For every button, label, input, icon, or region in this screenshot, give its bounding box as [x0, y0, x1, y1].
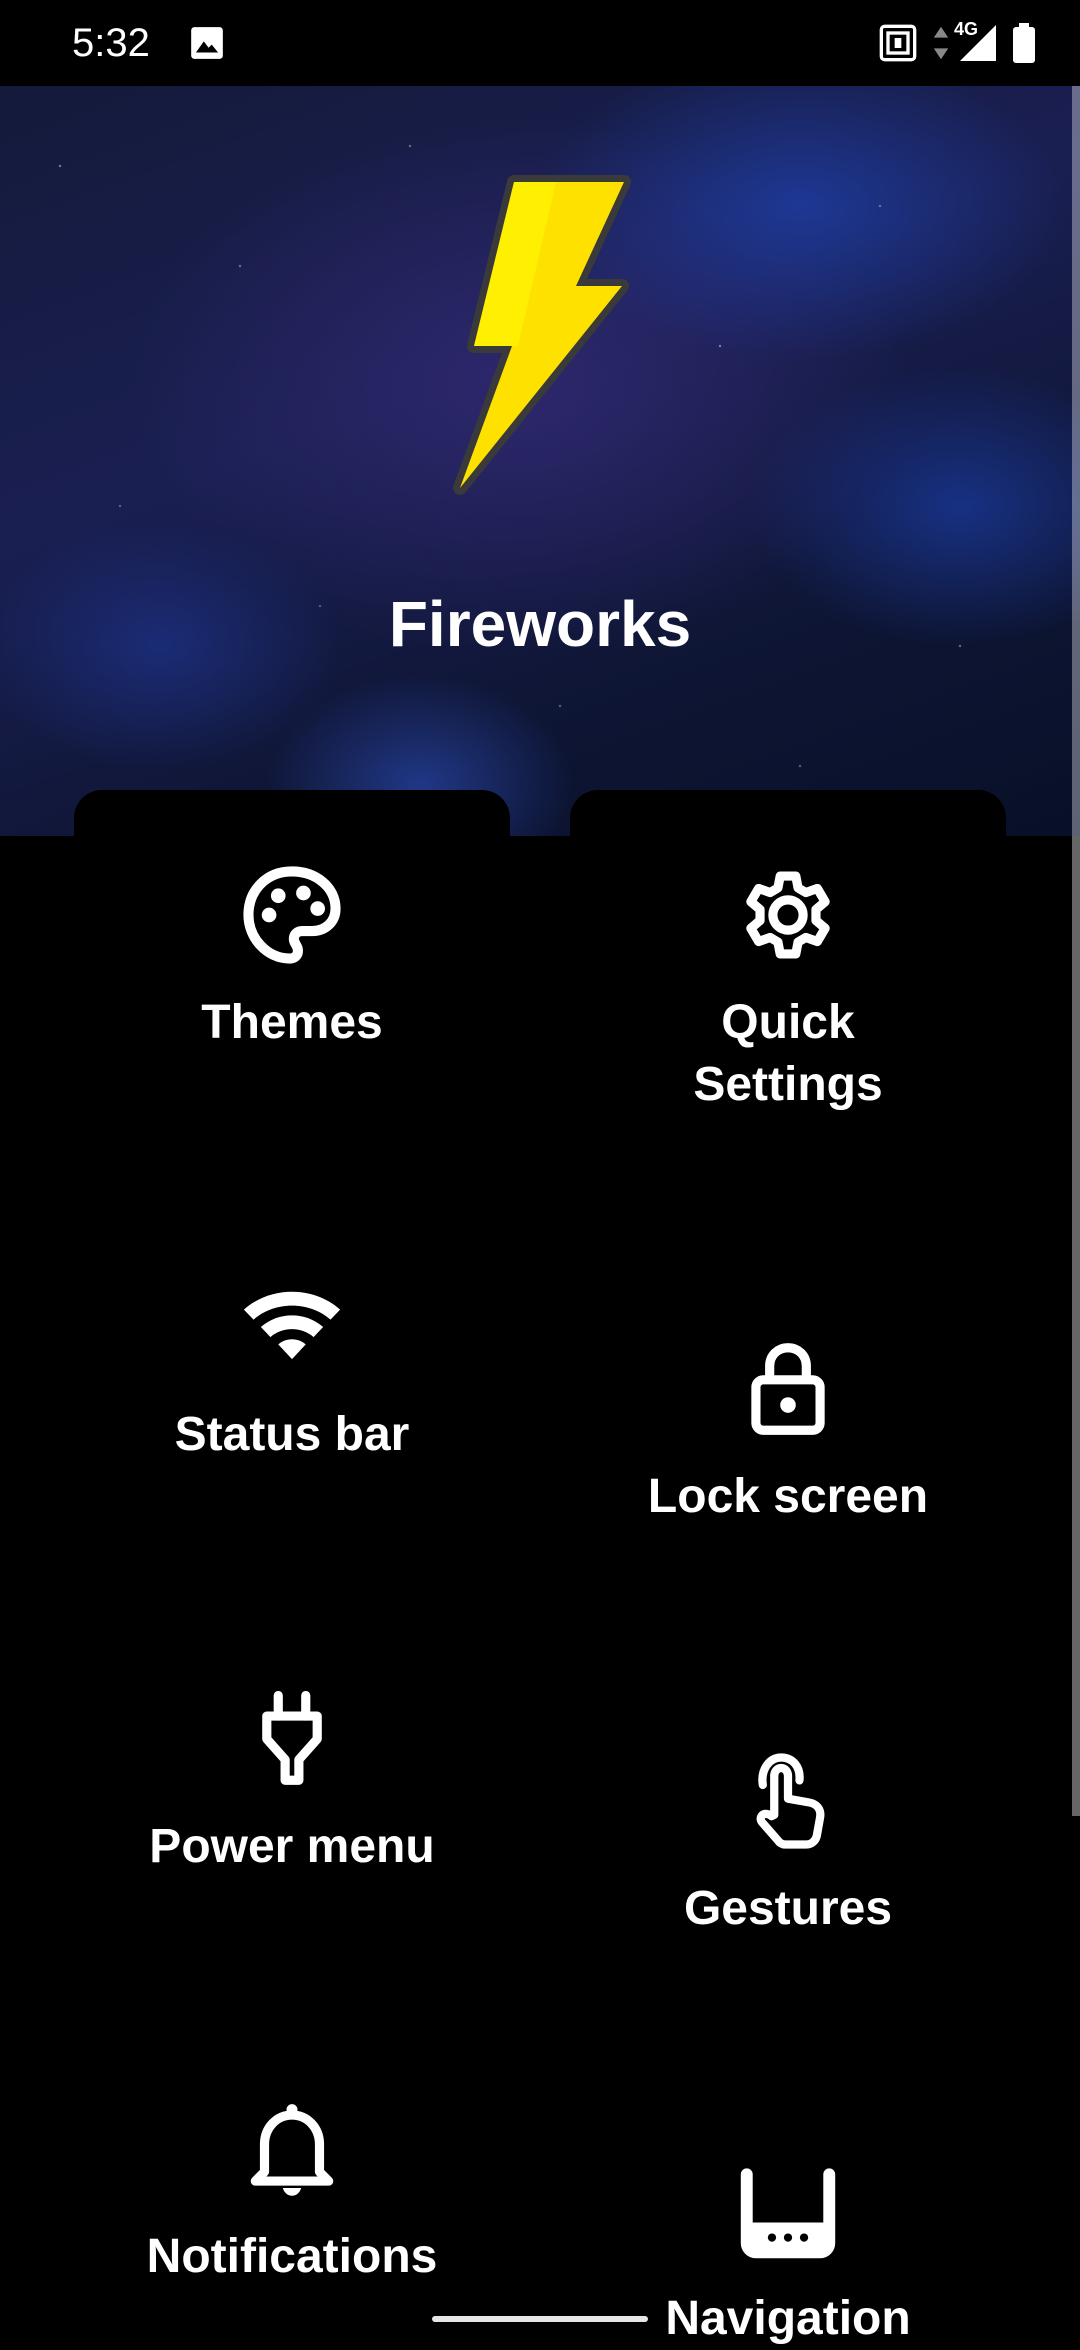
gesture-nav-handle[interactable]: [432, 2316, 648, 2322]
status-bar: 5:32 4G: [0, 0, 1080, 86]
tile-label: Power menu: [149, 1820, 435, 1873]
tile-label: Notifications: [146, 2230, 438, 2283]
tile-label: Themes: [201, 996, 383, 1049]
app-header: Fireworks: [0, 86, 1080, 836]
status-icons: 4G: [864, 19, 1036, 66]
tile-status-bar[interactable]: Status bar: [74, 1272, 510, 1466]
status-time: 5:32: [72, 21, 150, 65]
signal-icon: 4G: [954, 19, 998, 63]
nfc-icon: [879, 24, 917, 62]
tile-themes[interactable]: Themes: [74, 860, 510, 1054]
tile-label: Lock screen: [647, 1470, 929, 1523]
tile-label: Quick Settings: [693, 996, 883, 1111]
bell-icon: [250, 2104, 334, 2196]
lock-icon: [751, 1343, 825, 1435]
tile-lock-screen[interactable]: Lock screen: [570, 1334, 1006, 1528]
gallery-icon: [191, 27, 223, 59]
gear-icon: [746, 871, 830, 959]
app-title: Fireworks: [388, 588, 692, 660]
tile-label: Gestures: [683, 1882, 893, 1935]
tile-gestures[interactable]: Gestures: [570, 1746, 1006, 1940]
tile-quick-settings[interactable]: Quick Settings: [570, 860, 1006, 1116]
header-scrollbar: [1072, 86, 1080, 836]
navigation-bar-icon: [740, 2168, 836, 2259]
touch-icon: [756, 1753, 825, 1849]
settings-grid: Themes Quick Settings Status bar Lock sc…: [0, 836, 1080, 2345]
palette-icon: [243, 866, 341, 964]
tile-notifications[interactable]: Notifications: [74, 2094, 510, 2288]
tile-power-menu[interactable]: Power menu: [74, 1684, 510, 1878]
data-arrows-icon: [933, 26, 949, 60]
plug-icon: [262, 1690, 322, 1785]
lightning-bolt-icon: [453, 175, 631, 495]
page-scrollbar[interactable]: [1072, 836, 1080, 1816]
wifi-icon: [243, 1291, 341, 1360]
tile-label: Status bar: [174, 1408, 410, 1461]
battery-icon: [1013, 23, 1035, 63]
